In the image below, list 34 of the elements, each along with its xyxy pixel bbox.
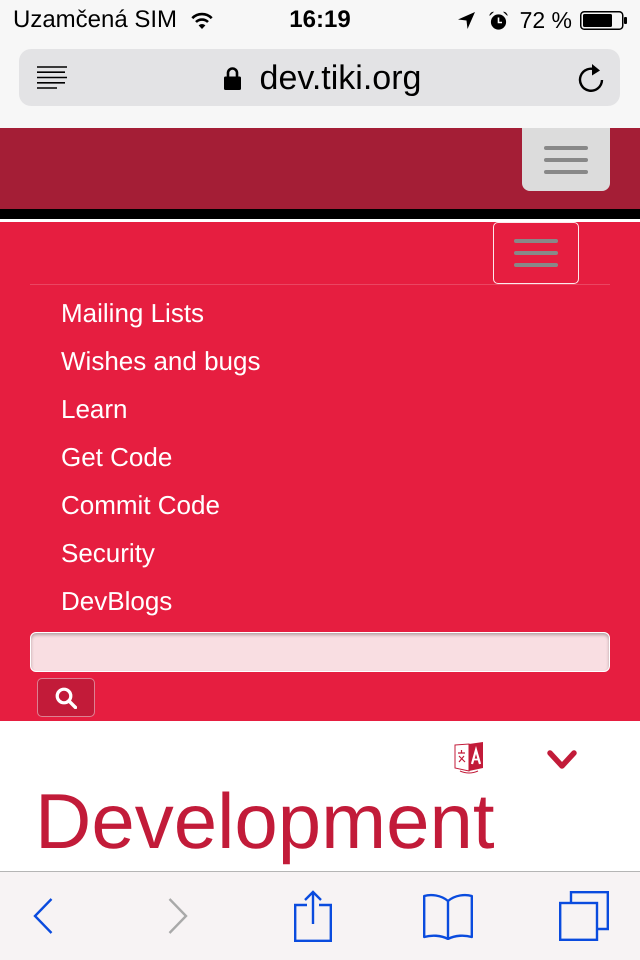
battery-percent: 72 %: [520, 6, 572, 34]
nav-link[interactable]: Get Code: [61, 442, 172, 472]
menu-icon: [544, 146, 588, 174]
menu-button[interactable]: [493, 222, 579, 284]
nav-link[interactable]: Wishes and bugs: [61, 346, 260, 376]
search-field[interactable]: [30, 632, 610, 672]
carrier-name: Uzamčená SIM: [13, 6, 178, 34]
url-text: dev.tiki.org: [260, 58, 422, 98]
nav-link[interactable]: Security: [61, 538, 155, 568]
nav-link[interactable]: Learn: [61, 394, 128, 424]
nav-link[interactable]: DevBlogs: [61, 586, 172, 616]
chevron-left-icon: [32, 898, 52, 934]
chevron-right-icon: [168, 898, 188, 934]
nav-link[interactable]: Mailing Lists: [61, 298, 204, 328]
tabs-icon: [558, 891, 608, 941]
share-icon: [294, 890, 332, 942]
lock-icon: [224, 66, 241, 90]
nav-link[interactable]: Commit Code: [61, 490, 220, 520]
reload-icon[interactable]: [578, 62, 604, 92]
search-button[interactable]: [37, 678, 95, 717]
address-bar[interactable]: dev.tiki.org: [19, 49, 620, 106]
alarm-clock-icon: [488, 10, 508, 30]
battery-icon: [580, 10, 627, 30]
translate-icon[interactable]: [454, 741, 484, 774]
chevron-down-icon[interactable]: [547, 750, 577, 770]
open-book-icon: [423, 892, 474, 940]
page-title: Development: [35, 776, 495, 866]
location-arrow-icon: [458, 12, 475, 28]
wifi-icon: [191, 11, 214, 29]
menu-button[interactable]: [522, 128, 610, 191]
status-time: 16:19: [289, 6, 351, 34]
reader-icon[interactable]: [37, 66, 67, 89]
search-icon: [55, 686, 77, 708]
menu-icon: [514, 239, 558, 267]
